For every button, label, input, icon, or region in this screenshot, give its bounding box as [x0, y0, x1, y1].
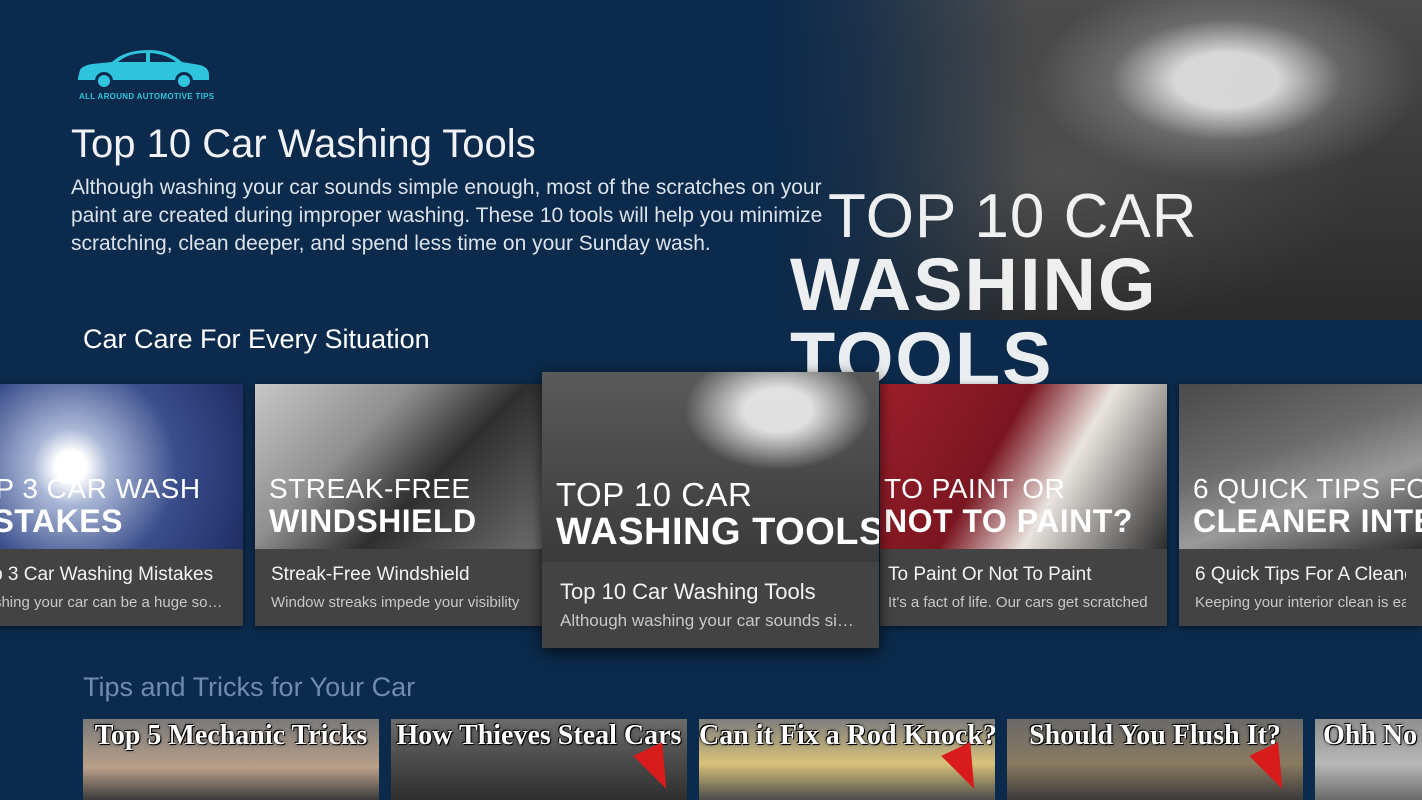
card-title: Should You Flush It? [1029, 720, 1281, 751]
featured-title: Top 10 Car Washing Tools [71, 122, 536, 166]
card-title: Top 5 Mechanic Tricks [94, 720, 368, 751]
video-card-ohh-no[interactable]: Ohh No [1315, 719, 1422, 800]
card-thumbnail: TOP 10 CAR WASHING TOOLS [542, 372, 879, 562]
card-description: Although washing your car sounds simple … [560, 611, 861, 630]
video-card-streak-free-windshield[interactable]: STREAK-FREE WINDSHIELD Streak-Free Winds… [255, 384, 542, 626]
row-header-car-care: Car Care For Every Situation [83, 324, 430, 354]
hero-caption-line2: WASHING TOOLS [790, 243, 1158, 400]
video-card-rod-knock[interactable]: Can it Fix a Rod Knock? [699, 719, 995, 800]
hero-image-caption: TOP 10 CAR WASHING TOOLS [790, 186, 1410, 396]
brand-logo-text: ALL AROUND AUTOMOTIVE TIPS [79, 92, 215, 101]
card-thumbnail: TOP 3 CAR WASH MISTAKES [0, 384, 243, 549]
card-title: 6 Quick Tips For A Cleaner Interior [1195, 564, 1406, 585]
browse-screen: TOP 10 CAR WASHING TOOLS ALL AROUND AUTO… [0, 0, 1422, 800]
card-title: Streak-Free Windshield [271, 564, 470, 585]
video-card-mechanic-tricks[interactable]: Top 5 Mechanic Tricks [83, 719, 379, 800]
video-card-top-10-washing-tools[interactable]: TOP 10 CAR WASHING TOOLS Top 10 Car Wash… [542, 372, 879, 648]
row-header-tips-tricks: Tips and Tricks for Your Car [83, 672, 416, 702]
brand-logo: ALL AROUND AUTOMOTIVE TIPS [72, 44, 222, 114]
hero-caption-line1: TOP 10 CAR [828, 182, 1198, 251]
video-card-thieves-steal-cars[interactable]: How Thieves Steal Cars [391, 719, 687, 800]
card-title: Top 10 Car Washing Tools [560, 579, 816, 604]
card-description: Keeping your interior clean is easy [1195, 594, 1406, 611]
video-card-to-paint-or-not[interactable]: TO PAINT OR NOT TO PAINT? To Paint Or No… [880, 384, 1167, 626]
card-description: Window streaks impede your visibility [271, 594, 520, 611]
video-card-car-wash-mistakes[interactable]: TOP 3 CAR WASH MISTAKES Top 3 Car Washin… [0, 384, 243, 626]
card-title: To Paint Or Not To Paint [888, 564, 1092, 585]
card-thumbnail: STREAK-FREE WINDSHIELD [255, 384, 542, 549]
card-title: Ohh No [1323, 720, 1418, 751]
card-thumbnail: TO PAINT OR NOT TO PAINT? [880, 384, 1167, 549]
card-title: How Thieves Steal Cars [396, 720, 682, 751]
car-icon [78, 50, 209, 90]
card-thumbnail: 6 QUICK TIPS FOR A CLEANER INTERIOR [1179, 384, 1422, 549]
featured-description: Although washing your car sounds simple … [71, 176, 823, 255]
card-description: It's a fact of life. Our cars get scratc… [888, 594, 1148, 611]
video-card-flush-it[interactable]: Should You Flush It? [1007, 719, 1303, 800]
card-title: Top 3 Car Washing Mistakes [0, 564, 214, 585]
card-description: Washing your car can be a huge source of… [0, 594, 227, 611]
card-title: Can it Fix a Rod Knock? [699, 720, 995, 751]
video-card-cleaner-interior[interactable]: 6 QUICK TIPS FOR A CLEANER INTERIOR 6 Qu… [1179, 384, 1422, 626]
